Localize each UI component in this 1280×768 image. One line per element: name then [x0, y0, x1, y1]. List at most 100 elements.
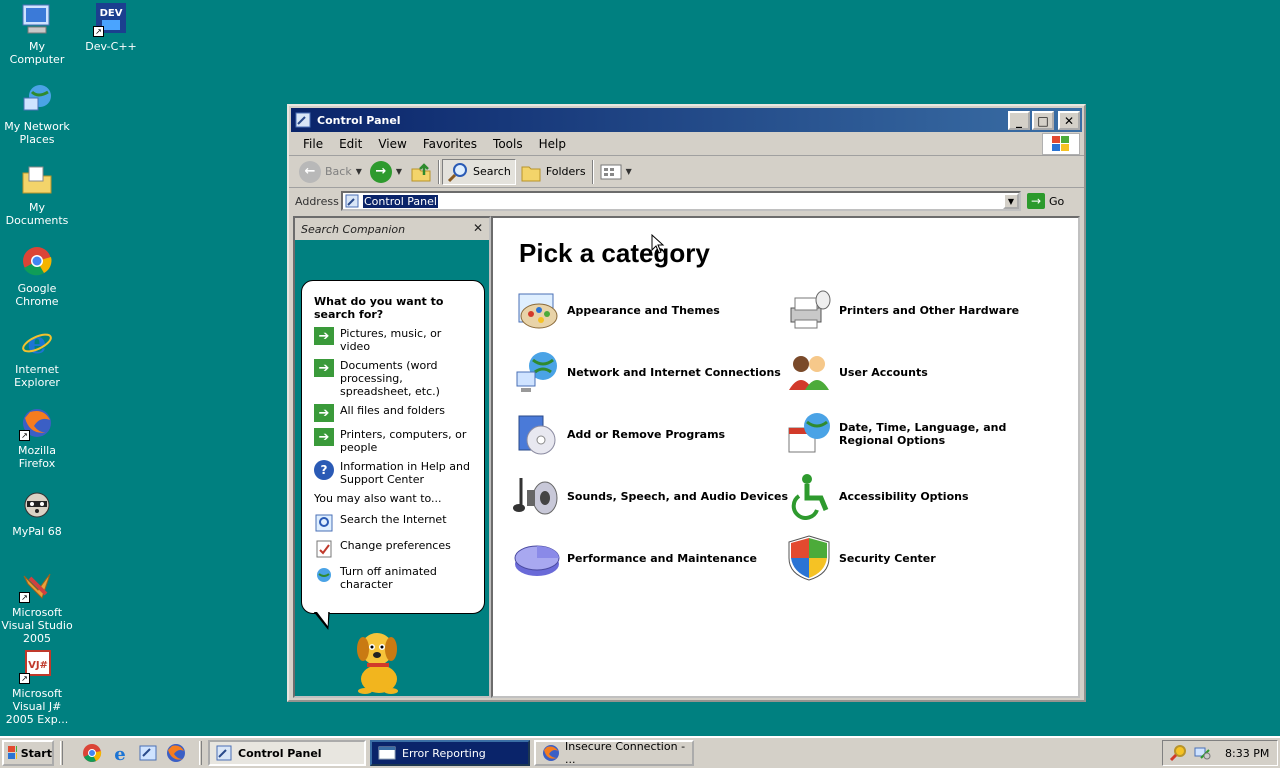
desktop-icon-label: My Computer	[9, 40, 65, 66]
task-insecure-connection[interactable]: Insecure Connection - ...	[534, 740, 694, 766]
menu-help[interactable]: Help	[531, 137, 574, 151]
toolbar-separator	[591, 159, 594, 184]
also-option-label: Search the Internet	[340, 513, 447, 526]
desktop-icon-visual-jsharp[interactable]: VJ# ↗ Microsoft Visual J# 2005 Exp...	[0, 649, 74, 726]
chevron-down-icon[interactable]: ▼	[396, 167, 402, 176]
mypal-raccoon-icon	[20, 487, 54, 521]
maximize-button[interactable]: □	[1032, 111, 1054, 130]
search-dog-character-icon[interactable]	[343, 623, 413, 695]
address-dropdown-button[interactable]: ▼	[1003, 193, 1019, 209]
search-tray-icon[interactable]	[1169, 744, 1187, 762]
menu-file[interactable]: File	[295, 137, 331, 151]
control-panel-icon	[216, 745, 232, 761]
internet-explorer-icon: e	[20, 325, 54, 361]
chevron-down-icon[interactable]: ▼	[626, 167, 632, 176]
menu-tools[interactable]: Tools	[485, 137, 531, 151]
views-button[interactable]: ▼	[596, 159, 636, 185]
search-option-documents[interactable]: ➔ Documents (word processing, spreadshee…	[314, 359, 474, 398]
address-input[interactable]: Control Panel ▼	[341, 191, 1021, 211]
forward-arrow-icon: →	[369, 160, 392, 183]
chrome-icon	[20, 244, 54, 278]
menu-edit[interactable]: Edit	[331, 137, 370, 151]
category-security-center[interactable]: Security Center	[785, 534, 936, 582]
shortcut-arrow-icon: ↗	[19, 430, 30, 441]
forward-button[interactable]: → ▼	[366, 159, 406, 185]
quick-launch-firefox-icon[interactable]	[165, 742, 187, 764]
minimize-button[interactable]: _	[1008, 111, 1030, 130]
task-label: Control Panel	[238, 746, 322, 760]
category-user-accounts[interactable]: User Accounts	[785, 348, 928, 396]
change-preferences-link[interactable]: Change preferences	[314, 539, 474, 559]
title-bar[interactable]: Control Panel _ □ ✕	[291, 108, 1082, 132]
quick-launch-desktop-icon[interactable]	[137, 742, 159, 764]
search-option-pictures[interactable]: ➔ Pictures, music, or video	[314, 327, 474, 353]
help-icon: ?	[314, 460, 334, 480]
up-folder-button[interactable]	[406, 159, 436, 185]
folders-button[interactable]: Folders	[516, 159, 590, 185]
task-control-panel[interactable]: Control Panel	[208, 740, 366, 766]
taskbar-grip	[60, 741, 63, 765]
category-add-remove-programs[interactable]: Add or Remove Programs	[513, 410, 725, 458]
task-error-reporting[interactable]: Error Reporting	[370, 740, 530, 766]
desktop-icon-visual-studio[interactable]: ↗ Microsoft Visual Studio 2005	[0, 568, 74, 645]
chevron-down-icon[interactable]: ▼	[356, 167, 362, 176]
folders-label: Folders	[545, 165, 586, 178]
category-accessibility-options[interactable]: Accessibility Options	[785, 472, 969, 520]
search-option-all-files[interactable]: ➔ All files and folders	[314, 404, 474, 422]
search-option-printers[interactable]: ➔ Printers, computers, or people	[314, 428, 474, 454]
category-network-internet[interactable]: Network and Internet Connections	[513, 348, 781, 396]
category-pane: Pick a category Appearance and Themes Pr…	[491, 216, 1080, 698]
appearance-palette-icon	[518, 293, 558, 329]
quick-launch-chrome-icon[interactable]	[81, 742, 103, 764]
search-internet-link[interactable]: Search the Internet	[314, 513, 474, 533]
go-button[interactable]: → Go	[1027, 193, 1064, 209]
category-sounds-speech-audio[interactable]: Sounds, Speech, and Audio Devices	[513, 472, 788, 520]
quick-launch-ie-icon[interactable]: e	[109, 742, 131, 764]
printer-icon	[790, 290, 831, 329]
network-tray-icon[interactable]	[1193, 744, 1211, 762]
desktop-icon-label: My Documents	[5, 201, 69, 227]
desktop-icon-label: My Network Places	[4, 120, 70, 146]
desktop-icon-my-computer[interactable]: My Computer	[0, 2, 74, 66]
shortcut-arrow-icon: ↗	[19, 592, 30, 603]
category-performance-maintenance[interactable]: Performance and Maintenance	[513, 534, 757, 582]
control-panel-icon	[345, 194, 359, 208]
close-icon[interactable]: ✕	[473, 221, 483, 235]
desktop-icon-my-network-places[interactable]: My Network Places	[0, 82, 74, 146]
category-printers-hardware[interactable]: Printers and Other Hardware	[785, 286, 1055, 334]
desktop-icon-mozilla-firefox[interactable]: ↗ Mozilla Firefox	[0, 406, 74, 470]
start-button[interactable]: Start	[2, 740, 54, 766]
search-companion-pane: Search Companion ✕ What do you want to s…	[293, 216, 491, 698]
taskbar-grip	[199, 741, 202, 765]
desktop-icon-google-chrome[interactable]: Google Chrome	[0, 244, 74, 308]
windows-logo-icon	[1042, 133, 1080, 155]
menu-view[interactable]: View	[370, 137, 414, 151]
search-option-help[interactable]: ? Information in Help and Support Center	[314, 460, 474, 486]
desktop-icon-my-documents[interactable]: My Documents	[0, 163, 74, 227]
desktop-icon-dev-cpp[interactable]: DEV ↗ Dev-C++	[74, 2, 148, 53]
visual-jsharp-icon: VJ# ↗	[19, 649, 54, 684]
desktop-icon-internet-explorer[interactable]: e Internet Explorer	[0, 325, 74, 389]
window-title: Control Panel	[317, 113, 401, 127]
close-button[interactable]: ✕	[1058, 111, 1080, 130]
back-button[interactable]: ← Back ▼	[295, 159, 366, 185]
menu-favorites[interactable]: Favorites	[415, 137, 485, 151]
turn-off-character-link[interactable]: Turn off animated character	[314, 565, 474, 591]
also-option-label: Turn off animated character	[340, 565, 437, 591]
search-companion-bubble: What do you want to search for? ➔ Pictur…	[301, 280, 485, 614]
my-documents-icon	[20, 163, 54, 197]
mouse-cursor-icon	[651, 234, 665, 254]
category-label: Performance and Maintenance	[567, 551, 757, 565]
clock[interactable]: 8:33 PM	[1225, 747, 1269, 760]
category-label: Date, Time, Language, and Regional Optio…	[839, 421, 1007, 447]
search-label: Search	[473, 165, 511, 178]
sounds-speaker-icon	[513, 478, 558, 515]
search-icon	[447, 162, 468, 182]
desktop-icon-mypal[interactable]: MyPal 68	[0, 487, 74, 538]
category-appearance-themes[interactable]: Appearance and Themes	[513, 286, 720, 334]
add-remove-programs-icon	[518, 415, 556, 455]
search-button[interactable]: Search	[442, 158, 516, 185]
category-date-time-regional[interactable]: Date, Time, Language, and Regional Optio…	[785, 410, 1055, 458]
user-accounts-icon	[789, 356, 829, 390]
security-shield-icon	[788, 535, 830, 581]
